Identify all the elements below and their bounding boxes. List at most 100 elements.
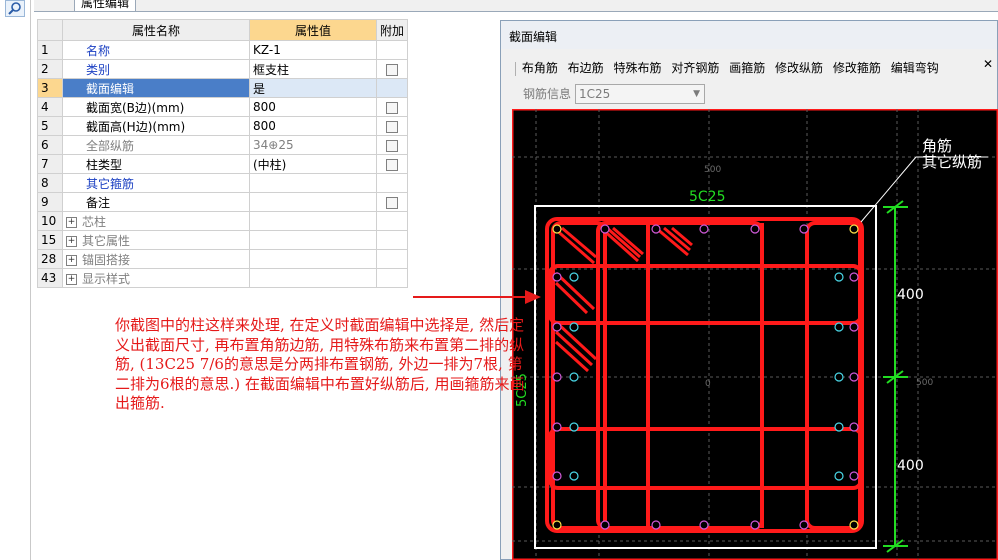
property-label: 类别 (86, 62, 111, 77)
group-label: 锚固搭接 (82, 252, 131, 267)
table-row[interactable]: 6 全部纵筋 34⊕25 (37, 135, 409, 155)
extra-checkbox[interactable] (386, 101, 398, 114)
extra-cell (375, 211, 409, 231)
property-value[interactable]: 34⊕25 (249, 135, 377, 155)
inner-rebar[interactable] (834, 471, 844, 481)
inner-rebar[interactable] (569, 471, 579, 481)
inner-rebar[interactable] (569, 372, 579, 382)
edge-rebar[interactable] (849, 272, 859, 282)
expand-icon[interactable]: + (66, 216, 77, 228)
edge-rebar[interactable] (849, 322, 859, 332)
canvas-background (512, 109, 998, 560)
inner-rebar[interactable] (834, 272, 844, 282)
edge-rebar[interactable] (699, 224, 709, 234)
property-label: 名称 (86, 43, 111, 58)
edge-rebar[interactable] (849, 471, 859, 481)
edge-rebar[interactable] (799, 224, 809, 234)
section-canvas[interactable]: 500 500 0 400 400 5C25 5C25 角筋 其它纵筋 (512, 109, 998, 560)
edge-rebar[interactable] (600, 520, 610, 530)
corner-rebar[interactable] (552, 224, 562, 234)
property-value[interactable]: 800 (249, 97, 377, 117)
toolbar-button-edge-rebar[interactable]: 布边筋 (568, 59, 604, 76)
inner-rebar[interactable] (834, 422, 844, 432)
row-number: 4 (37, 97, 63, 117)
edge-rebar[interactable] (552, 422, 562, 432)
edge-rebar[interactable] (799, 520, 809, 530)
inner-rebar[interactable] (834, 322, 844, 332)
property-value[interactable]: 800 (249, 116, 377, 136)
search-button[interactable] (5, 0, 25, 17)
table-row[interactable]: 43 + 显示样式 (37, 268, 409, 288)
edge-rebar[interactable] (750, 520, 760, 530)
extra-checkbox[interactable] (386, 139, 398, 152)
extra-checkbox[interactable] (386, 120, 398, 133)
toolbar-button-edit-hook[interactable]: 编辑弯钩 (891, 59, 939, 76)
toolbar-button-modify-longitudinal[interactable]: 修改纵筋 (775, 59, 823, 76)
edge-rebar[interactable] (552, 272, 562, 282)
table-row[interactable]: 3 截面编辑 是 (37, 78, 409, 98)
edge-rebar[interactable] (699, 520, 709, 530)
inner-rebar[interactable] (834, 372, 844, 382)
table-row[interactable]: 10 + 芯柱 (37, 211, 409, 231)
edge-rebar[interactable] (849, 372, 859, 382)
search-icon (8, 2, 21, 15)
corner-rebar[interactable] (849, 520, 859, 530)
extra-checkbox[interactable] (386, 196, 398, 209)
edge-rebar[interactable] (552, 372, 562, 382)
row-number: 2 (37, 59, 63, 79)
toolbar-button-modify-stirrup[interactable]: 修改箍筋 (833, 59, 881, 76)
expand-icon[interactable]: + (66, 235, 77, 247)
toolbar-overflow-icon[interactable]: ✕ (983, 57, 993, 71)
edge-rebar[interactable] (849, 422, 859, 432)
inner-rebar[interactable] (569, 322, 579, 332)
table-row[interactable]: 2 类别 框支柱 (37, 59, 409, 79)
property-value[interactable] (249, 230, 377, 250)
extra-checkbox[interactable] (386, 63, 398, 76)
inner-rebar[interactable] (569, 272, 579, 282)
property-label: 其它箍筋 (86, 176, 135, 191)
property-name: 截面编辑 (62, 78, 250, 98)
table-row[interactable]: 15 + 其它属性 (37, 230, 409, 250)
table-row[interactable]: 28 + 锚固搭接 (37, 249, 409, 269)
inner-rebar[interactable] (569, 422, 579, 432)
toolbar-button-corner-rebar[interactable]: 布角筋 (522, 59, 558, 76)
toolbar-button-draw-stirrup[interactable]: 画箍筋 (729, 59, 765, 76)
property-name: 备注 (62, 192, 250, 212)
edge-rebar[interactable] (552, 471, 562, 481)
property-value[interactable]: (中柱) (249, 154, 377, 174)
extra-checkbox[interactable] (386, 158, 398, 171)
property-value[interactable]: KZ-1 (249, 40, 377, 60)
expand-icon[interactable]: + (66, 273, 77, 285)
property-value[interactable] (249, 268, 377, 288)
property-value[interactable] (249, 173, 377, 193)
corner-rebar[interactable] (849, 224, 859, 234)
table-row[interactable]: 8 其它箍筋 (37, 173, 409, 193)
property-value[interactable]: 是 (249, 78, 377, 98)
property-value[interactable] (249, 192, 377, 212)
property-table: 属性名称 属性值 附加 1 名称 KZ-1 2 类别 框支柱 3 截面编辑 是 4 截面宽(B边)(… (37, 19, 409, 288)
property-value[interactable]: 框支柱 (249, 59, 377, 79)
group-label: 显示样式 (82, 271, 131, 286)
property-name-header: 属性名称 (62, 19, 250, 41)
edge-rebar[interactable] (651, 224, 661, 234)
edge-rebar[interactable] (750, 224, 760, 234)
table-row[interactable]: 7 柱类型 (中柱) (37, 154, 409, 174)
toolbar-button-align-rebar[interactable]: 对齐钢筋 (671, 59, 719, 76)
table-row[interactable]: 1 名称 KZ-1 (37, 40, 409, 60)
table-row[interactable]: 4 截面宽(B边)(mm) 800 (37, 97, 409, 117)
corner-rebar[interactable] (552, 520, 562, 530)
property-value[interactable] (249, 249, 377, 269)
edge-rebar[interactable] (600, 224, 610, 234)
edge-rebar[interactable] (552, 322, 562, 332)
toolbar-grip (515, 61, 516, 76)
property-value[interactable] (249, 211, 377, 231)
table-row[interactable]: 5 截面高(H边)(mm) 800 (37, 116, 409, 136)
tab-property-edit[interactable]: 属性编辑 (74, 0, 137, 11)
toolbar-button-special-rebar[interactable]: 特殊布筋 (614, 59, 662, 76)
table-row[interactable]: 9 备注 (37, 192, 409, 212)
expand-icon[interactable]: + (66, 254, 77, 266)
rebar-info-select[interactable]: 1C25 ▼ (575, 84, 705, 104)
dialog-title-bar: 截面编辑 (501, 21, 997, 49)
edge-rebar[interactable] (651, 520, 661, 530)
property-label: 柱类型 (86, 157, 123, 172)
